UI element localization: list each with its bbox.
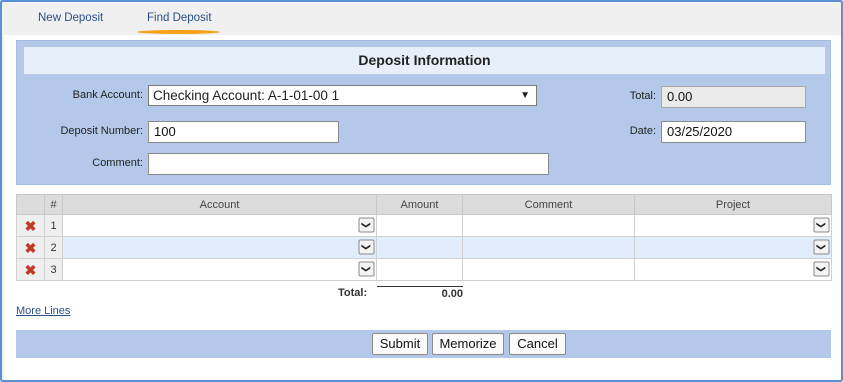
bank-account-value: Checking Account: A-1-01-00 1 [153, 88, 340, 103]
col-comment: Comment [462, 194, 635, 215]
account-select[interactable]: ❯ [62, 236, 377, 259]
row-number: 3 [44, 258, 63, 281]
table-row: ✖ 3 ❯ ❯ [16, 258, 832, 281]
date-label: Date: [629, 125, 656, 137]
deposit-lines-grid: # Account Amount Comment Project ✖ 1 ❯ ❯… [16, 194, 832, 300]
cancel-button[interactable]: Cancel [509, 333, 566, 355]
total-label: Total: [629, 90, 656, 102]
tab-bar: New Deposit Find Deposit [4, 4, 841, 35]
deposit-info-panel: Deposit Information Bank Account: Checki… [16, 40, 831, 185]
delete-row-button[interactable]: ✖ [16, 236, 45, 259]
chevron-down-icon[interactable]: ❯ [358, 261, 375, 277]
panel-title: Deposit Information [24, 47, 825, 74]
chevron-down-icon[interactable]: ❯ [358, 217, 375, 233]
deposit-number-label: Deposit Number: [60, 125, 143, 137]
action-bar: Submit Memorize Cancel [16, 330, 831, 358]
col-amount: Amount [376, 194, 463, 215]
col-account: Account [62, 194, 377, 215]
chevron-down-icon[interactable]: ❯ [813, 261, 830, 277]
project-select[interactable]: ❯ [634, 258, 832, 281]
comment-cell[interactable] [462, 258, 635, 281]
deposit-number-field[interactable]: 100 [148, 121, 339, 143]
grid-totals-row: Total: 0.00 [16, 284, 831, 304]
delete-row-button[interactable]: ✖ [16, 214, 45, 237]
delete-x-icon: ✖ [24, 239, 37, 256]
amount-cell[interactable] [376, 258, 463, 281]
project-select[interactable]: ❯ [634, 214, 832, 237]
grid-total-value: 0.00 [377, 286, 463, 300]
memorize-button[interactable]: Memorize [432, 333, 504, 355]
account-select[interactable]: ❯ [62, 258, 377, 281]
delete-x-icon: ✖ [24, 261, 37, 278]
delete-x-icon: ✖ [24, 217, 37, 234]
table-row: ✖ 2 ❯ ❯ [16, 236, 832, 259]
comment-cell[interactable] [462, 236, 635, 259]
bank-account-label: Bank Account: [72, 89, 143, 101]
dropdown-arrow-icon: ▼ [520, 90, 530, 101]
col-project: Project [634, 194, 832, 215]
comment-cell[interactable] [462, 214, 635, 237]
total-field: 0.00 [661, 86, 806, 108]
comment-label: Comment: [92, 157, 143, 169]
row-number: 1 [44, 214, 63, 237]
delete-row-button[interactable]: ✖ [16, 258, 45, 281]
grid-total-label: Total: [338, 287, 368, 299]
col-delete [16, 194, 45, 215]
app-window: New Deposit Find Deposit Deposit Informa… [0, 0, 843, 382]
bank-account-select[interactable]: Checking Account: A-1-01-00 1 ▼ [148, 85, 537, 106]
row-number: 2 [44, 236, 63, 259]
submit-button[interactable]: Submit [372, 333, 428, 355]
col-num: # [44, 194, 63, 215]
tab-new-deposit[interactable]: New Deposit [38, 12, 103, 24]
chevron-down-icon[interactable]: ❯ [358, 239, 375, 255]
chevron-down-icon[interactable]: ❯ [813, 217, 830, 233]
active-tab-indicator [137, 30, 220, 34]
main-content: Deposit Information Bank Account: Checki… [4, 35, 841, 380]
amount-cell[interactable] [376, 214, 463, 237]
comment-field[interactable] [148, 153, 549, 175]
amount-cell[interactable] [376, 236, 463, 259]
project-select[interactable]: ❯ [634, 236, 832, 259]
table-row: ✖ 1 ❯ ❯ [16, 214, 832, 237]
chevron-down-icon[interactable]: ❯ [813, 239, 830, 255]
more-lines-link[interactable]: More Lines [16, 305, 70, 317]
tab-find-deposit[interactable]: Find Deposit [147, 12, 212, 24]
date-field[interactable]: 03/25/2020 [661, 121, 806, 143]
account-select[interactable]: ❯ [62, 214, 377, 237]
